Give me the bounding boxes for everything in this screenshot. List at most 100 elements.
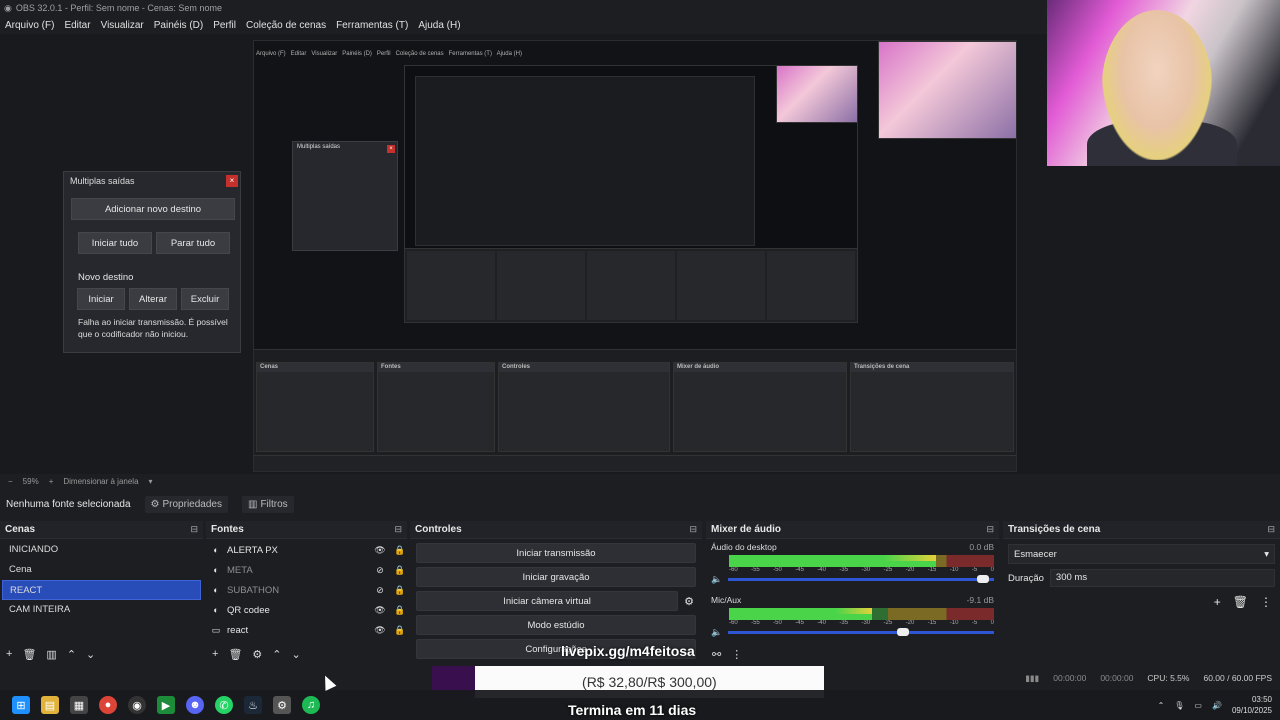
discord-icon[interactable]: ☻: [186, 696, 204, 714]
nested-scenes: Cenas: [256, 362, 374, 452]
volume-knob[interactable]: [896, 628, 909, 636]
steam-icon[interactable]: ♨: [244, 696, 262, 714]
network-icon[interactable]: ▭: [1194, 701, 1202, 710]
lock-icon[interactable]: 🔒: [393, 625, 407, 636]
add-destination-button[interactable]: Adicionar novo destino: [71, 198, 235, 220]
menu-perfil[interactable]: Perfil: [213, 20, 236, 31]
file-explorer-icon[interactable]: ▤: [41, 696, 59, 714]
close-icon[interactable]: ×: [226, 175, 238, 187]
dock-menu-icon[interactable]: ⊟: [689, 524, 697, 535]
scene-item-cena[interactable]: Cena: [2, 560, 201, 580]
settings-icon[interactable]: ⚙: [273, 696, 291, 714]
zoom-out-button[interactable]: −: [8, 477, 13, 486]
menu-paineis[interactable]: Painéis (D): [154, 20, 203, 31]
eye-icon[interactable]: 👁: [373, 605, 387, 616]
volume-icon[interactable]: 🔊: [1212, 701, 1222, 710]
eye-icon[interactable]: 👁: [373, 625, 387, 636]
webcam-feed: [1047, 0, 1280, 166]
arrow-up-icon[interactable]: ⌃: [272, 648, 281, 661]
preview-canvas[interactable]: Arquivo (F) Editar Visualizar Painéis (D…: [253, 40, 1017, 472]
menu-colecao-cenas[interactable]: Coleção de cenas: [246, 20, 326, 31]
volume-slider[interactable]: [728, 575, 994, 583]
scene-item-cam-inteira[interactable]: CAM INTEIRA: [2, 600, 201, 620]
trash-icon[interactable]: 🗑: [1233, 595, 1248, 609]
window-title: OBS 32.0.1 - Perfil: Sem nome - Cenas: S…: [15, 3, 222, 13]
windows-start-icon[interactable]: ⊞: [12, 696, 30, 714]
sources-dock: Fontes ⊟ ◐ ALERTA PX 👁 🔒 ◐ META ⊘ 🔒 ◐ SUB…: [206, 521, 407, 665]
speaker-icon[interactable]: 🔈: [711, 627, 722, 638]
menu-ajuda[interactable]: Ajuda (H): [418, 20, 460, 31]
add-icon[interactable]: +: [212, 648, 218, 660]
source-item-react[interactable]: ▭ react 👁 🔒: [206, 620, 407, 640]
scene-item-react[interactable]: REACT: [2, 580, 201, 600]
link-icon[interactable]: ⚯: [712, 648, 721, 661]
properties-button[interactable]: ⚙ Propriedades: [144, 495, 228, 513]
zoom-in-button[interactable]: +: [49, 477, 54, 486]
source-item-alerta-px[interactable]: ◐ ALERTA PX 👁 🔒: [206, 540, 407, 560]
studio-mode-button[interactable]: Modo estúdio: [416, 615, 696, 635]
add-icon[interactable]: +: [6, 648, 12, 660]
eye-slash-icon[interactable]: ⊘: [373, 585, 387, 596]
scene-item-iniciando[interactable]: INICIANDO: [2, 540, 201, 560]
trash-icon[interactable]: 🗑: [22, 648, 36, 661]
chrome-icon[interactable]: ●: [99, 696, 117, 714]
clock[interactable]: 03:50 09/10/2025: [1232, 694, 1272, 716]
lock-icon[interactable]: 🔒: [393, 585, 407, 596]
stop-all-button[interactable]: Parar tudo: [156, 232, 230, 254]
gear-icon[interactable]: ⚙: [684, 595, 694, 608]
mixer-footer: ⚯ ⋮: [706, 643, 999, 665]
dialog-title: Multiplas saídas: [70, 176, 135, 186]
speaker-icon[interactable]: 🔈: [711, 574, 722, 585]
duration-input[interactable]: 300 ms: [1049, 569, 1275, 587]
more-icon[interactable]: ⋮: [731, 648, 742, 661]
transition-select[interactable]: Esmaecer ▾: [1008, 544, 1275, 564]
spotify-icon[interactable]: ♫: [302, 696, 320, 714]
obs-icon[interactable]: ◉: [128, 696, 146, 714]
dock-menu-icon[interactable]: ⊟: [1267, 524, 1275, 535]
trash-icon[interactable]: 🗑: [228, 648, 242, 661]
lock-icon[interactable]: 🔒: [393, 545, 407, 556]
menu-arquivo[interactable]: Arquivo (F): [5, 20, 54, 31]
gear-icon[interactable]: ⚙: [252, 648, 262, 661]
source-item-subathon[interactable]: ◐ SUBATHON ⊘ 🔒: [206, 580, 407, 600]
add-icon[interactable]: +: [1214, 595, 1221, 609]
play-icon[interactable]: ▶: [157, 696, 175, 714]
volume-knob[interactable]: [976, 575, 989, 583]
store-icon[interactable]: ▦: [70, 696, 88, 714]
dock-menu-icon[interactable]: ⊟: [394, 524, 402, 535]
menu-editar[interactable]: Editar: [64, 20, 90, 31]
controls-header: Controles ⊟: [410, 521, 702, 539]
change-button[interactable]: Alterar: [129, 288, 177, 310]
whatsapp-icon[interactable]: ✆: [215, 696, 233, 714]
eye-icon[interactable]: 👁: [373, 545, 387, 556]
microphone-icon[interactable]: 🎙: [1174, 701, 1184, 710]
start-all-button[interactable]: Iniciar tudo: [78, 232, 152, 254]
start-button[interactable]: Iniciar: [77, 288, 125, 310]
clock-date: 09/10/2025: [1231, 706, 1272, 715]
start-virtual-cam-button[interactable]: Iniciar câmera virtual: [416, 591, 679, 611]
nested-docks: [405, 248, 857, 322]
volume-slider[interactable]: [728, 628, 994, 636]
source-item-qr-codee[interactable]: ◐ QR codee 👁 🔒: [206, 600, 407, 620]
arrow-down-icon[interactable]: ⌄: [292, 648, 301, 661]
zoom-mode[interactable]: Dimensionar à janela: [63, 477, 138, 486]
start-recording-button[interactable]: Iniciar gravação: [416, 567, 696, 587]
lock-icon[interactable]: 🔒: [393, 565, 407, 576]
menu-visualizar[interactable]: Visualizar: [101, 20, 144, 31]
delete-button[interactable]: Excluir: [181, 288, 229, 310]
menu-ferramentas[interactable]: Ferramentas (T): [336, 20, 408, 31]
eye-slash-icon[interactable]: ⊘: [373, 565, 387, 576]
start-stream-button[interactable]: Iniciar transmissão: [416, 543, 696, 563]
more-icon[interactable]: ⋮: [1260, 595, 1272, 609]
arrow-up-icon[interactable]: ⌃: [67, 648, 76, 661]
source-item-meta[interactable]: ◐ META ⊘ 🔒: [206, 560, 407, 580]
chevron-down-icon[interactable]: ▾: [149, 477, 153, 486]
filter-icon[interactable]: ▥: [46, 648, 56, 661]
dock-menu-icon[interactable]: ⊟: [190, 524, 198, 535]
preview-area[interactable]: Arquivo (F) Editar Visualizar Painéis (D…: [0, 0, 1280, 474]
arrow-down-icon[interactable]: ⌄: [86, 648, 95, 661]
dock-menu-icon[interactable]: ⊟: [986, 524, 994, 535]
chevron-up-icon[interactable]: ⌃: [1158, 701, 1165, 710]
lock-icon[interactable]: 🔒: [393, 605, 407, 616]
filters-button[interactable]: ▥ Filtros: [241, 495, 294, 513]
